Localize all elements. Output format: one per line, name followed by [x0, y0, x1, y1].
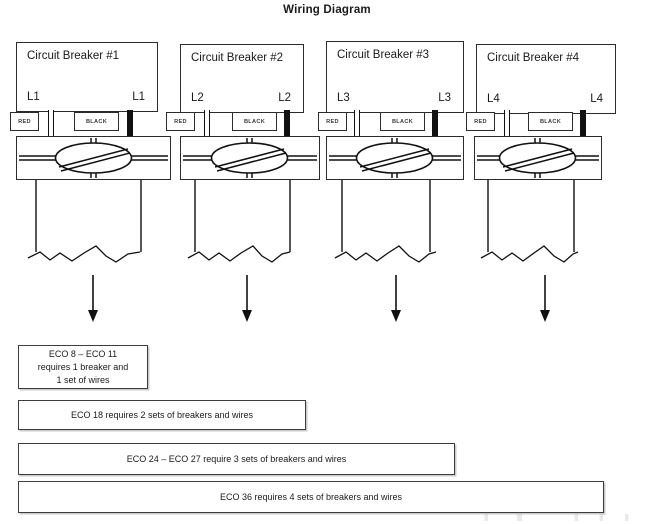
breaker-terminal-right-3: L3	[438, 92, 451, 104]
note-box-eco-18: ECO 18 requires 2 sets of breakers and w…	[18, 400, 306, 430]
breaker-title-1: Circuit Breaker #1	[27, 50, 120, 62]
circuit-breaker-box-4: Circuit Breaker #4 L4 L4	[476, 44, 616, 114]
wire-run-3	[326, 180, 464, 275]
breaker-terminal-right-4: L4	[590, 93, 603, 105]
meter-ellipse-icon	[329, 138, 461, 178]
conductor-bar-black-2	[284, 110, 290, 136]
meter-ellipse-icon	[19, 138, 168, 178]
wire-label-red-4: RED	[466, 112, 495, 131]
circuit-breaker-box-1: Circuit Breaker #1 L1 L1	[16, 42, 158, 112]
breaker-terminal-left-1: L1	[27, 91, 40, 103]
note-box-eco-36: ECO 36 requires 4 sets of breakers and w…	[18, 481, 604, 513]
wire-label-black-4: BLACK	[528, 112, 573, 131]
conductor-bar-red-3	[354, 110, 360, 136]
circuit-breaker-box-3: Circuit Breaker #3 L3 L3	[326, 41, 464, 113]
wiring-diagram-page: Wiring Diagram Circuit Breaker #1 L1 L1 …	[0, 0, 654, 524]
flow-arrow-3	[381, 275, 411, 323]
flow-arrow-1	[78, 275, 108, 323]
breaker-terminal-right-1: L1	[132, 91, 145, 103]
scan-artifact	[470, 514, 650, 521]
wire-run-4	[474, 180, 602, 275]
note-text-eco-24-27: ECO 24 – ECO 27 require 3 sets of breake…	[126, 453, 347, 464]
breaker-terminal-left-3: L3	[337, 92, 350, 104]
circuit-breaker-box-2: Circuit Breaker #2 L2 L2	[180, 44, 304, 113]
page-title: Wiring Diagram	[283, 4, 371, 16]
wire-label-black-2: BLACK	[232, 112, 277, 131]
meter-box-1	[16, 136, 171, 180]
breaker-title-3: Circuit Breaker #3	[337, 49, 430, 61]
conductor-bar-red-4	[504, 110, 510, 136]
conductor-bar-black-1	[127, 110, 133, 136]
breaker-terminal-left-4: L4	[487, 93, 500, 105]
note-text-eco-8-11: ECO 8 – ECO 11 requires 1 breaker and 1 …	[37, 348, 129, 385]
conductor-bar-red-1	[48, 110, 54, 136]
breaker-title-2: Circuit Breaker #2	[191, 52, 284, 64]
meter-ellipse-icon	[477, 138, 599, 178]
wire-run-1	[16, 180, 171, 275]
meter-box-4	[474, 136, 602, 180]
wire-label-black-3: BLACK	[380, 112, 425, 131]
conductor-bar-black-3	[432, 110, 438, 136]
breaker-terminal-left-2: L2	[191, 92, 204, 104]
note-box-eco-24-27: ECO 24 – ECO 27 require 3 sets of breake…	[18, 443, 455, 475]
conductor-bar-black-4	[580, 110, 586, 136]
conductor-bar-red-2	[204, 110, 210, 136]
note-text-eco-36: ECO 36 requires 4 sets of breakers and w…	[219, 491, 403, 502]
note-text-eco-18: ECO 18 requires 2 sets of breakers and w…	[70, 409, 254, 420]
wire-run-2	[180, 180, 320, 275]
note-box-eco-8-11: ECO 8 – ECO 11 requires 1 breaker and 1 …	[18, 345, 148, 389]
wire-label-red-2: RED	[166, 112, 195, 131]
meter-ellipse-icon	[183, 138, 317, 178]
flow-arrow-4	[530, 275, 560, 323]
wire-label-black-1: BLACK	[74, 112, 119, 131]
breaker-terminal-right-2: L2	[278, 92, 291, 104]
wire-label-red-3: RED	[318, 112, 347, 131]
flow-arrow-2	[232, 275, 262, 323]
meter-box-3	[326, 136, 464, 180]
wire-label-red-1: RED	[10, 112, 39, 131]
breaker-title-4: Circuit Breaker #4	[487, 52, 580, 64]
meter-box-2	[180, 136, 320, 180]
